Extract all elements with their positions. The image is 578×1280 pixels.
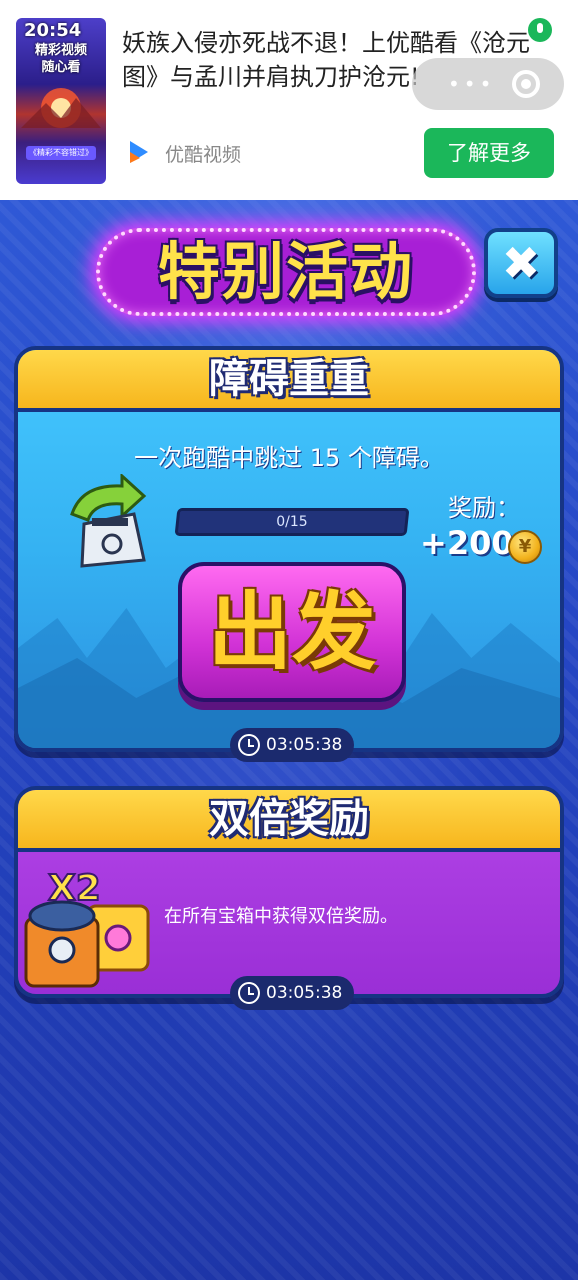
multiplier-badge: X2 <box>48 868 101 909</box>
ad-thumbnail-caption: 精彩视频 随心看 <box>34 43 87 75</box>
event-timer: 03:05:38 <box>230 976 354 1010</box>
progress-text: 0/15 <box>276 514 308 530</box>
coin-icon <box>508 530 542 564</box>
more-icon[interactable]: ••• <box>448 72 495 96</box>
treasure-chest-icon: X2 <box>24 867 150 988</box>
event-timer: 03:05:38 <box>230 728 354 762</box>
go-button-label: 出发 <box>207 583 376 681</box>
ad-thumbnail[interactable]: 精彩视频 随心看 《精彩不容错过》 <box>16 18 106 184</box>
exit-ring-icon[interactable] <box>512 70 540 98</box>
event-description: 一次跑酷中跳过 15 个障碍。 <box>134 444 444 472</box>
learn-more-button[interactable]: 了解更多 <box>424 128 554 178</box>
game-screen: 特别活动 ✖ 障碍重重 一次跑酷中跳过 15 个障碍。 0/15 奖励： +20… <box>0 200 578 1280</box>
ad-source: 优酷视频 <box>165 144 242 166</box>
event-card-obstacles: 障碍重重 一次跑酷中跳过 15 个障碍。 0/15 奖励： +200 出发 <box>14 346 564 752</box>
mic-icon <box>528 18 552 42</box>
close-button[interactable]: ✖ <box>484 228 558 298</box>
timer-value: 03:05:38 <box>266 983 343 1003</box>
obstacle-icon <box>70 474 147 568</box>
mini-program-capsule[interactable]: ••• <box>412 58 564 110</box>
status-time: 20:54 <box>24 20 82 41</box>
page-title: 特别活动 <box>157 235 414 308</box>
event-description: 在所有宝箱中获得双倍奖励。 <box>164 906 398 927</box>
ad-thumbnail-art <box>21 88 101 128</box>
timer-value: 03:05:38 <box>266 735 343 755</box>
close-icon: ✖ <box>501 236 541 290</box>
event-title: 双倍奖励 <box>209 796 369 842</box>
event-card-header: 双倍奖励 <box>18 790 560 852</box>
ad-thumbnail-banner: 《精彩不容错过》 <box>26 146 96 160</box>
clock-icon <box>238 734 260 756</box>
event-title: 障碍重重 <box>209 356 369 402</box>
event-card-header: 障碍重重 <box>18 350 560 412</box>
ad-banner[interactable]: 精彩视频 随心看 《精彩不容错过》 20:54 妖族入侵亦死战不退！上优酷看《沧… <box>0 0 578 200</box>
youku-logo-icon <box>130 141 148 163</box>
reward-label: 奖励： <box>448 494 520 522</box>
reward-value: +200 <box>420 524 514 562</box>
clock-icon <box>238 982 260 1004</box>
event-card-double-rewards: 双倍奖励 X2 在所有宝箱中获得双倍奖励。 <box>14 786 564 998</box>
go-button[interactable]: 出发 <box>178 562 406 702</box>
